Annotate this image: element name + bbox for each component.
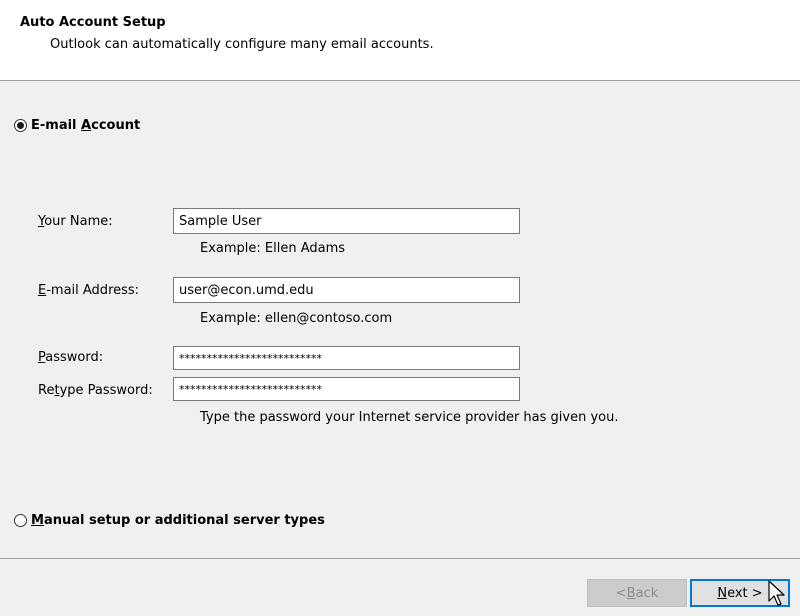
header-title: Auto Account Setup	[20, 15, 166, 30]
email-account-radio[interactable]	[14, 119, 27, 132]
your-name-example: Example: Ellen Adams	[200, 241, 346, 256]
password-label: Password:	[38, 350, 104, 365]
password-input[interactable]	[173, 346, 520, 370]
retype-password-label: Retype Password:	[38, 383, 153, 398]
dialog-header: Auto Account Setup Outlook can automatic…	[0, 0, 800, 81]
back-button[interactable]: < Back	[587, 579, 687, 607]
manual-setup-label: Manual setup or additional server types	[31, 513, 325, 528]
your-name-input[interactable]	[173, 208, 520, 234]
manual-setup-radio[interactable]	[14, 514, 27, 527]
email-address-input[interactable]	[173, 277, 520, 303]
email-account-label: E-mail Account	[31, 118, 141, 133]
retype-password-input[interactable]	[173, 377, 520, 401]
mouse-cursor-icon	[768, 580, 785, 606]
password-hint: Type the password your Internet service …	[200, 410, 619, 425]
header-subtitle: Outlook can automatically configure many…	[50, 37, 434, 52]
footer-divider	[0, 558, 800, 559]
manual-setup-option[interactable]: Manual setup or additional server types	[14, 513, 325, 528]
your-name-label: Your Name:	[38, 214, 113, 229]
email-address-example: Example: ellen@contoso.com	[200, 311, 393, 326]
email-address-label: E-mail Address:	[38, 283, 140, 298]
email-account-option[interactable]: E-mail Account	[14, 118, 140, 133]
